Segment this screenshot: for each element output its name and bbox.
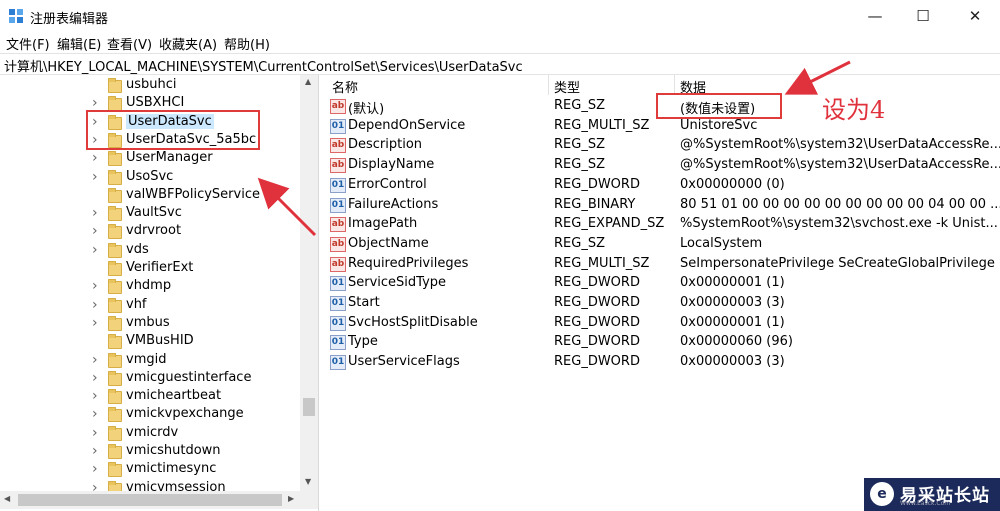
site-watermark: e 易采站长站 Www.Easck.Com [864, 478, 1000, 511]
arrow-to-userdatasvc [257, 177, 317, 237]
arrow-to-default-value [784, 60, 851, 95]
watermark-subtext: Www.Easck.Com [900, 500, 951, 507]
watermark-logo-icon: e [870, 482, 894, 506]
annotation-arrows [257, 60, 851, 237]
